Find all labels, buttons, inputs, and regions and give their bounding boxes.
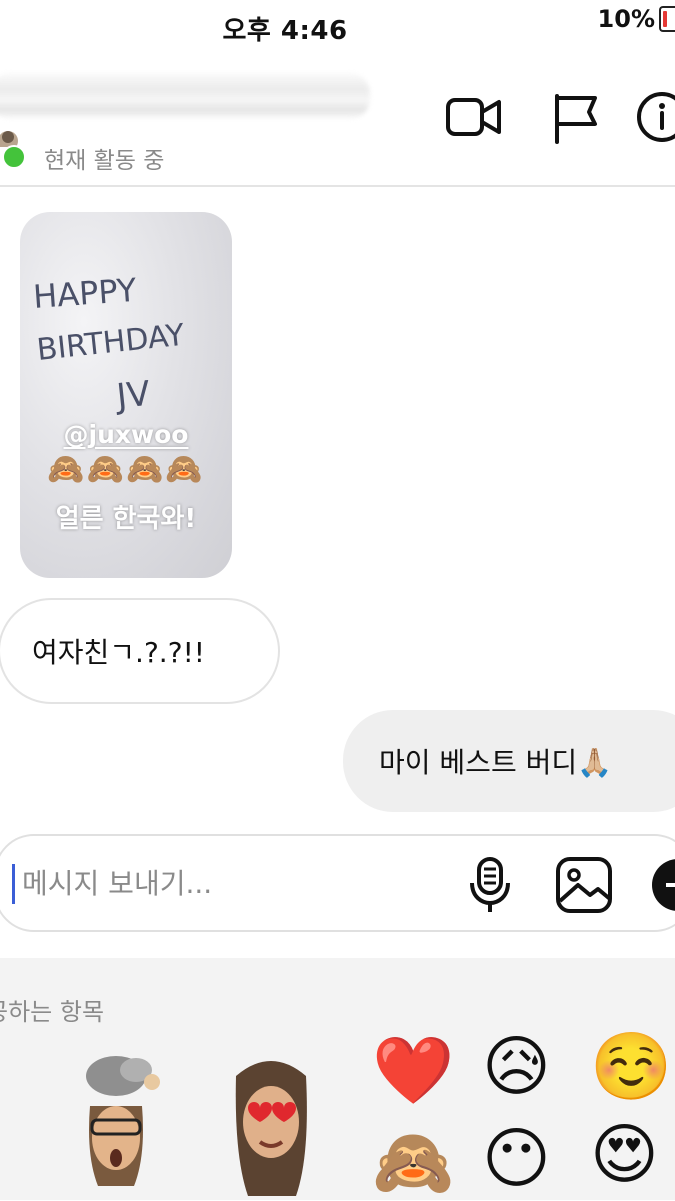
status-bar: 오후 4:46 10% — [0, 0, 675, 50]
microphone-icon[interactable] — [460, 854, 520, 916]
text-cursor — [12, 864, 15, 904]
sent-message-bubble[interactable]: 마이 베스트 버디🙏🏼 — [343, 710, 675, 812]
svg-text:BIRTHDAY: BIRTHDAY — [35, 318, 187, 368]
battery-percent: 10% — [597, 5, 655, 33]
shared-story-image[interactable]: HAPPY BIRTHDAY JV @juxwoo 🙈🙈🙈🙈 얼른 한국와! — [20, 212, 232, 578]
red-heart-emoji[interactable]: ❤️ — [372, 1038, 454, 1104]
see-no-evil-monkey-emoji[interactable]: 🙈 — [372, 1130, 454, 1196]
heart-eyes-face-emoji[interactable]: 😍 — [590, 1122, 659, 1188]
video-call-icon[interactable] — [444, 90, 504, 144]
mention-tag[interactable]: @juxwoo — [20, 420, 232, 449]
memoji-exploding-head-sticker[interactable] — [76, 1046, 166, 1196]
gallery-image-icon[interactable] — [554, 854, 614, 916]
message-input[interactable] — [20, 858, 424, 908]
emoji-tray: 공하는 항목 ❤️ 😥 ☺️ 🙈 😶 😍 — [0, 958, 675, 1200]
active-status-text: 현재 활동 중 — [44, 148, 165, 174]
chat-header: 현재 활동 중 — [0, 55, 675, 187]
story-caption: 얼른 한국와! — [55, 504, 197, 534]
avatar[interactable] — [0, 127, 22, 147]
received-message-bubble[interactable]: 여자친ㄱ.?.?!! — [0, 598, 280, 704]
redacted-username — [0, 73, 370, 119]
memoji-heart-eyes-sticker[interactable] — [226, 1046, 316, 1196]
tray-title: 공하는 항목 — [0, 998, 105, 1026]
smiling-face-emoji[interactable]: ☺️ — [590, 1034, 672, 1100]
see-no-evil-monkey-emoji-row: 🙈🙈🙈🙈 — [47, 452, 205, 487]
svg-text:JV: JV — [113, 374, 152, 417]
sad-relieved-face-emoji[interactable]: 😥 — [482, 1034, 551, 1100]
svg-text:HAPPY: HAPPY — [32, 271, 138, 316]
battery-indicator: 10% — [598, 4, 675, 34]
battery-icon — [659, 6, 675, 32]
flag-icon[interactable] — [544, 90, 604, 144]
active-status-dot — [2, 145, 26, 169]
status-time: 오후 4:46 — [222, 16, 348, 46]
message-composer — [0, 834, 675, 932]
info-icon[interactable] — [630, 90, 675, 144]
add-icon[interactable] — [648, 854, 675, 916]
face-without-mouth-emoji[interactable]: 😶 — [482, 1126, 551, 1192]
